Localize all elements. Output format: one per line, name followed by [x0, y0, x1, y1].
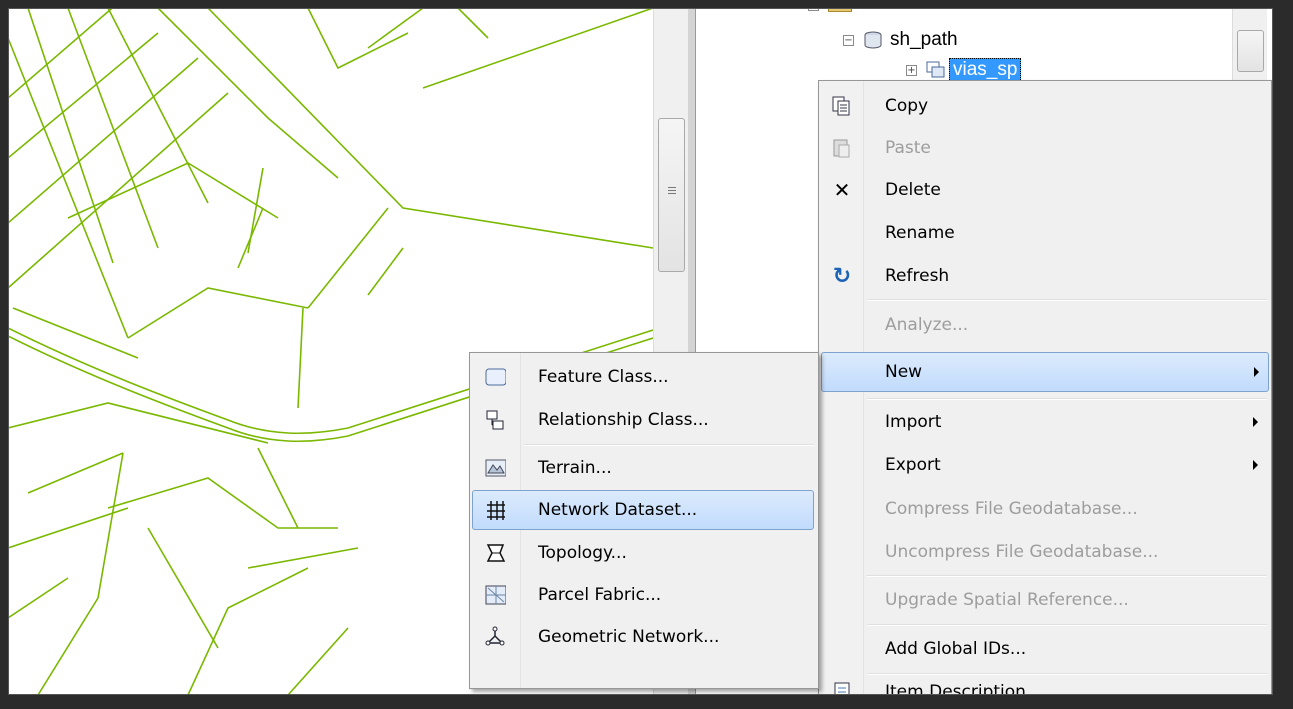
window-frame [0, 0, 1293, 709]
